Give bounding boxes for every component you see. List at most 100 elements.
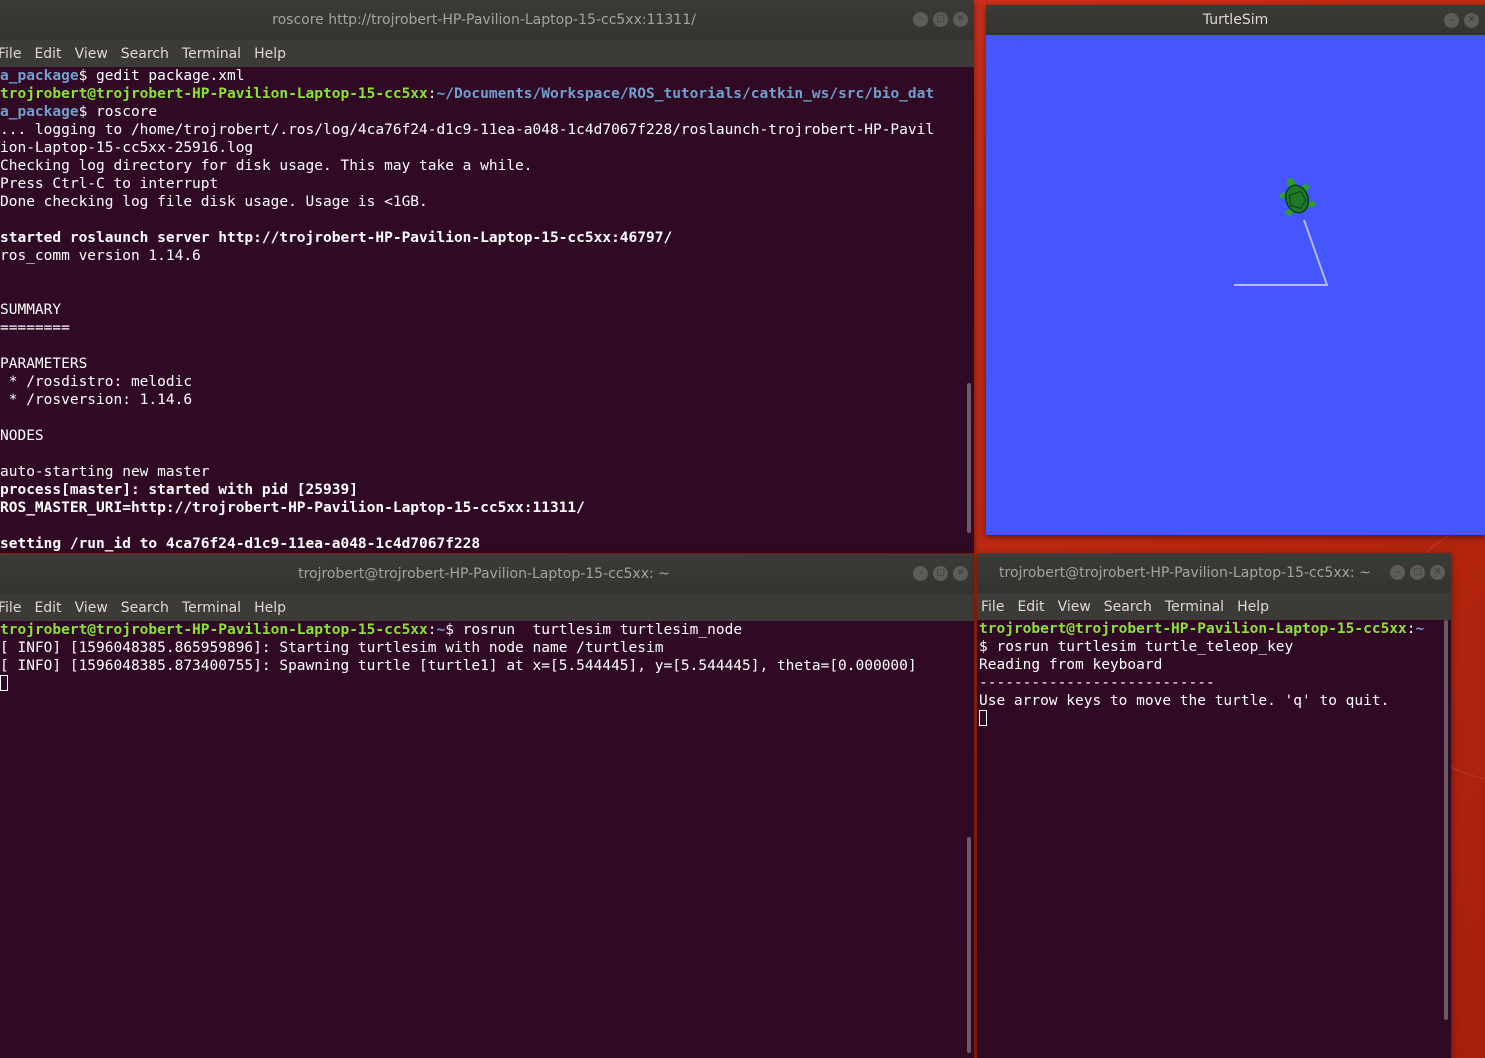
terminal-line: * /rosversion: 1.14.6 (0, 391, 962, 409)
menu-item-help[interactable]: Help (1237, 599, 1269, 615)
minimize-icon[interactable]: – (1390, 565, 1405, 580)
menu-item-edit[interactable]: Edit (34, 600, 61, 616)
menu-item-search[interactable]: Search (1104, 599, 1152, 615)
terminal-line: a_package$ gedit package.xml (0, 67, 962, 85)
terminal-text: --------------------------- (979, 675, 1215, 691)
window-titlebar[interactable]: TurtleSim – ✕ (986, 5, 1485, 35)
roscore-terminal-window[interactable]: roscore http://trojrobert-HP-Pavilion-La… (0, 0, 974, 553)
menu-item-edit[interactable]: Edit (1017, 599, 1044, 615)
terminal-line: * /rosdistro: melodic (0, 373, 962, 391)
terminal-text: $ rosrun turtlesim turtlesim_node (445, 622, 743, 638)
menu-item-view[interactable]: View (75, 600, 108, 616)
terminal-line: Done checking log file disk usage. Usage… (0, 193, 962, 211)
window-title: TurtleSim (1202, 12, 1269, 28)
terminal-text: trojrobert@trojrobert-HP-Pavilion-Laptop… (979, 621, 1407, 637)
close-icon[interactable]: ✕ (1430, 565, 1445, 580)
terminal-text: Done checking log file disk usage. Usage… (0, 194, 428, 210)
menu-item-file[interactable]: File (0, 600, 21, 616)
terminal-text: ROS_MASTER_URI=http://trojrobert-HP-Pavi… (0, 500, 585, 516)
menu-item-view[interactable]: View (75, 46, 108, 62)
terminal-text: trojrobert@trojrobert-HP-Pavilion-Laptop… (0, 86, 428, 102)
scrollbar-thumb[interactable] (1444, 620, 1448, 1020)
scrollbar[interactable] (1439, 620, 1451, 1058)
terminal-text: Press Ctrl-C to interrupt (0, 176, 219, 192)
teleop-terminal-window[interactable]: trojrobert@trojrobert-HP-Pavilion-Laptop… (977, 553, 1451, 1058)
terminal-text: ~/Documents/Workspace/ROS_tutorials/catk… (436, 86, 935, 102)
terminal-line: a_package$ roscore (0, 103, 962, 121)
terminal-line: auto-starting new master (0, 463, 962, 481)
menu-item-terminal[interactable]: Terminal (182, 46, 241, 62)
terminal-text: a_package (0, 68, 79, 84)
terminal-line: trojrobert@trojrobert-HP-Pavilion-Laptop… (979, 620, 1439, 638)
window-title: trojrobert@trojrobert-HP-Pavilion-Laptop… (999, 565, 1371, 581)
menu-item-terminal[interactable]: Terminal (1165, 599, 1224, 615)
menu-item-edit[interactable]: Edit (34, 46, 61, 62)
maximize-icon[interactable]: □ (933, 566, 948, 581)
turtle-trail-svg (1234, 178, 1329, 286)
terminal-text: $ gedit package.xml (78, 68, 245, 84)
terminal-line: NODES (0, 427, 962, 445)
maximize-icon[interactable]: □ (933, 12, 948, 27)
menu-item-view[interactable]: View (1058, 599, 1091, 615)
window-titlebar[interactable]: roscore http://trojrobert-HP-Pavilion-La… (0, 0, 974, 40)
terminal-output[interactable]: trojrobert@trojrobert-HP-Pavilion-Laptop… (979, 620, 1439, 1058)
close-icon[interactable]: ✕ (953, 566, 968, 581)
window-titlebar[interactable]: trojrobert@trojrobert-HP-Pavilion-Laptop… (977, 553, 1451, 593)
terminal-text: setting /run_id to 4ca76f24-d1c9-11ea-a0… (0, 536, 481, 552)
terminal-text: PARAMETERS (0, 356, 88, 372)
scrollbar[interactable] (962, 621, 974, 1058)
menu-item-search[interactable]: Search (121, 46, 169, 62)
terminal-line: Use arrow keys to move the turtle. 'q' t… (979, 692, 1439, 710)
terminal-text: * /rosversion: 1.14.6 (0, 392, 193, 408)
terminal-line: $ rosrun turtlesim turtle_teleop_key (979, 638, 1439, 656)
terminal-line: ros_comm version 1.14.6 (0, 247, 962, 265)
menu-item-help[interactable]: Help (254, 600, 286, 616)
terminal-line: setting /run_id to 4ca76f24-d1c9-11ea-a0… (0, 535, 962, 553)
terminal-output[interactable]: trojrobert@trojrobert-HP-Pavilion-Laptop… (0, 621, 962, 1058)
close-icon[interactable]: ✕ (1464, 13, 1479, 28)
turtlesim-node-terminal-window[interactable]: trojrobert@trojrobert-HP-Pavilion-Laptop… (0, 554, 974, 1058)
terminal-line: Press Ctrl-C to interrupt (0, 175, 962, 193)
turtlesim-canvas (986, 35, 1485, 535)
scrollbar-thumb[interactable] (967, 837, 971, 1053)
menu-item-terminal[interactable]: Terminal (182, 600, 241, 616)
terminal-text: ~ (1415, 621, 1425, 637)
terminal-output[interactable]: a_package$ gedit package.xml trojrobert@t… (0, 67, 962, 553)
terminal-cursor (0, 675, 8, 691)
scrollbar-thumb[interactable] (967, 383, 971, 533)
maximize-icon[interactable]: □ (1410, 565, 1425, 580)
turtle-icon (1279, 178, 1316, 216)
terminal-cursor (979, 710, 987, 726)
terminal-line: ======== (0, 319, 962, 337)
terminal-line: trojrobert@trojrobert-HP-Pavilion-Laptop… (0, 621, 962, 639)
turtlesim-window[interactable]: TurtleSim – ✕ (986, 5, 1485, 535)
minimize-icon[interactable]: – (1444, 13, 1459, 28)
terminal-cursor-line (979, 710, 1439, 728)
terminal-line: SUMMARY (0, 301, 962, 319)
close-icon[interactable]: ✕ (953, 12, 968, 27)
scrollbar[interactable] (962, 67, 974, 553)
menu-item-file[interactable]: File (981, 599, 1004, 615)
minimize-icon[interactable]: – (913, 12, 928, 27)
terminal-line: [ INFO] [1596048385.865959896]: Starting… (0, 639, 962, 657)
menu-item-help[interactable]: Help (254, 46, 286, 62)
terminal-text: NODES (0, 428, 44, 444)
terminal-text: trojrobert@trojrobert-HP-Pavilion-Laptop… (0, 622, 428, 638)
terminal-text: Checking log directory for disk usage. T… (0, 158, 533, 174)
window-titlebar[interactable]: trojrobert@trojrobert-HP-Pavilion-Laptop… (0, 554, 974, 594)
terminal-line: [ INFO] [1596048385.873400755]: Spawning… (0, 657, 962, 675)
terminal-text: ion-Laptop-15-cc5xx-25916.log (0, 140, 254, 156)
terminal-text: : (1406, 621, 1416, 637)
menu-item-file[interactable]: File (0, 46, 21, 62)
terminal-text: ======== (0, 320, 70, 336)
terminal-line: ion-Laptop-15-cc5xx-25916.log (0, 139, 962, 157)
window-title: roscore http://trojrobert-HP-Pavilion-La… (272, 12, 696, 28)
minimize-icon[interactable]: – (913, 566, 928, 581)
menu-item-search[interactable]: Search (121, 600, 169, 616)
terminal-text: [ INFO] [1596048385.873400755]: Spawning… (0, 658, 917, 674)
